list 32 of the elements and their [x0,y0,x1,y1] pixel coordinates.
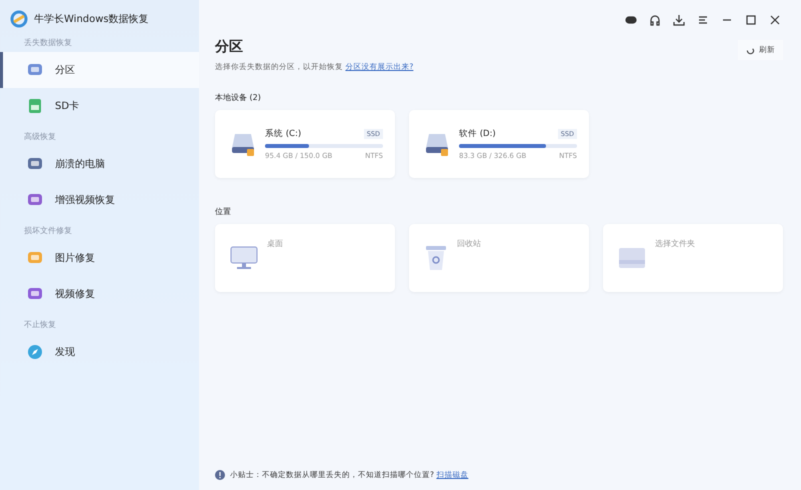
sidebar-item[interactable]: 发现 [0,334,199,370]
app-title: 牛学长Windows数据恢复 [34,12,149,26]
page-title: 分区 [215,38,244,56]
sidebar-item[interactable]: 崩溃的电脑 [0,146,199,182]
recycle-bin-icon [423,244,449,272]
sidebar-item[interactable]: 分区 [0,52,199,88]
close-icon[interactable] [769,14,781,26]
refresh-icon [746,46,755,54]
menu-icon[interactable] [697,14,709,26]
section-label: 位置 [215,206,232,217]
section-label: 高级恢复 [23,130,57,142]
info-icon [215,470,225,480]
sidebar-item[interactable]: 图片修复 [0,240,199,276]
location-label: 回收站 [457,238,481,249]
app-logo-icon [10,10,28,28]
drive-name: 软件 (D:) [459,128,496,140]
location-label: 桌面 [267,238,283,249]
section-label: 不止恢复 [23,318,57,330]
sidebar-item[interactable]: 视频修复 [0,276,199,312]
drive-name: 系统 (C:) [265,128,302,140]
location-label: 选择文件夹 [655,238,695,249]
sidebar-item[interactable]: 增强视频恢复 [0,182,199,218]
section-label: 本地设备 (2) [215,92,262,103]
monitor-icon [229,245,259,271]
compass-icon [27,344,43,360]
headset-icon[interactable] [649,14,661,26]
sd-card-icon [27,98,43,114]
download-icon[interactable] [673,14,685,26]
maximize-icon[interactable] [745,14,757,26]
section-label: 损坏文件修复 [23,224,73,236]
section-label: 丢失数据恢复 [23,36,73,48]
sidebar-item[interactable]: SD卡 [0,88,199,124]
